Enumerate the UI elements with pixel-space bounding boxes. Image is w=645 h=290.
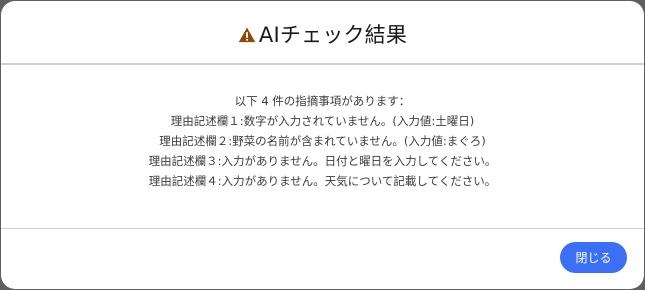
close-button[interactable]: 閉じる	[560, 242, 627, 273]
summary-text: 以下 4 件の指摘事項があります：	[234, 94, 411, 108]
warning-icon	[238, 27, 256, 43]
dialog-header: AIチェック結果	[1, 1, 644, 65]
issue-item: 理由記述欄２:野菜の名前が含まれていません。(入力値:まぐろ)	[159, 134, 486, 148]
dialog-title: AIチェック結果	[258, 23, 408, 47]
dialog-footer: 閉じる	[1, 229, 644, 287]
issue-item: 理由記述欄３:入力がありません。日付と曜日を入力してください。	[148, 154, 497, 168]
issue-item: 理由記述欄４:入力がありません。天気について記載してください。	[148, 174, 497, 188]
issue-item: 理由記述欄１:数字が入力されていません。(入力値:土曜日)	[170, 114, 475, 128]
dialog-body: 以下 4 件の指摘事項があります： 理由記述欄１:数字が入力されていません。(入…	[1, 65, 644, 229]
ai-check-result-dialog: AIチェック結果 以下 4 件の指摘事項があります： 理由記述欄１:数字が入力さ…	[1, 1, 644, 289]
